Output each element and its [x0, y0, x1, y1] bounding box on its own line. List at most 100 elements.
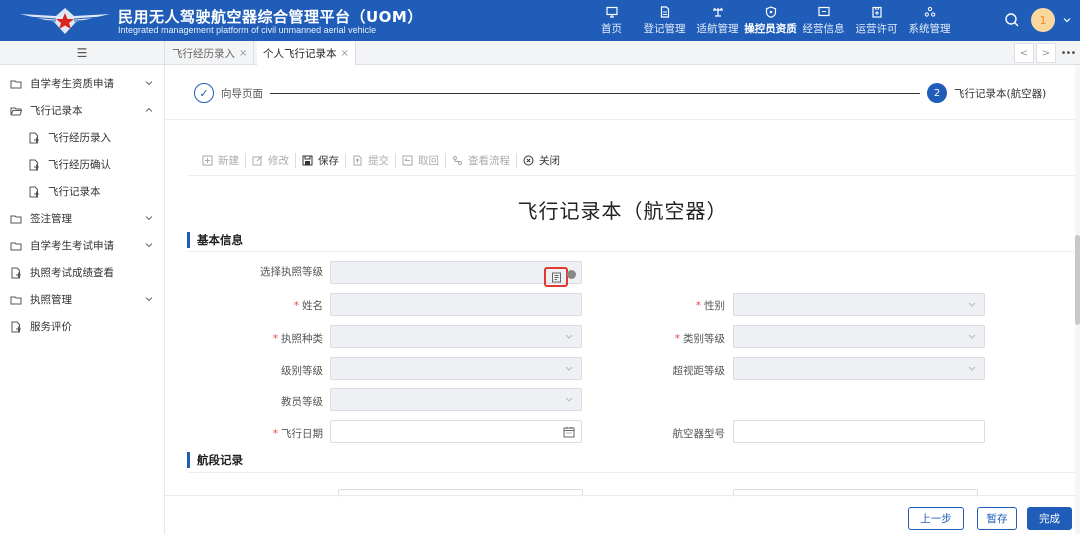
sidebar-item-exam-results[interactable]: 执照考试成绩查看	[0, 259, 165, 286]
new-button[interactable]: 新建	[196, 152, 246, 168]
chevron-down-icon	[145, 243, 153, 248]
select-list-icon	[551, 272, 561, 282]
instructor-level-select[interactable]	[330, 388, 582, 411]
close-button[interactable]: 关闭	[517, 153, 566, 168]
gender-select[interactable]	[733, 293, 985, 316]
nav-operator-qualification[interactable]: 操控员资质	[744, 0, 797, 41]
sidebar-item-flight-experience-entry[interactable]: 飞行经历录入	[0, 124, 165, 151]
license-type-label: * 执照种类	[272, 333, 323, 345]
view-flow-button[interactable]: 查看流程	[446, 152, 517, 168]
monitor-icon	[605, 6, 618, 18]
sidebar-item-license-management[interactable]: 执照管理	[0, 286, 165, 313]
sidebar-item-label: 自学考生考试申请	[30, 240, 114, 252]
edit-button[interactable]: 修改	[246, 152, 296, 168]
close-label: 关闭	[539, 154, 560, 167]
aircraft-model-field[interactable]	[733, 420, 985, 443]
clear-icon[interactable]	[567, 270, 576, 279]
sidebar-item-endorsement-management[interactable]: 签注管理	[0, 205, 165, 232]
chevron-down-icon	[145, 297, 153, 302]
nav-system-management[interactable]: 系统管理	[903, 0, 956, 41]
nav-business-info[interactable]: 经营信息	[797, 0, 850, 41]
class-level-select[interactable]	[733, 325, 985, 348]
close-icon[interactable]: ×	[341, 48, 349, 59]
grade-level-select[interactable]	[330, 357, 582, 380]
tab-personal-logbook[interactable]: 个人飞行记录本 ×	[257, 41, 356, 65]
footer-divider	[165, 495, 1080, 496]
sidebar-item-flight-experience-confirm[interactable]: 飞行经历确认	[0, 151, 165, 178]
license-type-select[interactable]	[330, 325, 582, 348]
nav-home[interactable]: 首页	[585, 0, 638, 41]
nav-airworthiness[interactable]: 适航管理	[691, 0, 744, 41]
close-icon[interactable]: ×	[239, 48, 247, 59]
flow-icon	[453, 155, 462, 165]
toolbar-divider	[187, 175, 1075, 176]
submit-button[interactable]: 提交	[346, 152, 396, 168]
gender-label: * 性别	[695, 300, 725, 312]
sidebar-item-label: 服务评价	[30, 321, 72, 333]
flight-date-picker[interactable]	[330, 420, 582, 443]
menu-toggle[interactable]: ☰	[0, 41, 165, 65]
step-done-icon[interactable]: ✓	[194, 83, 214, 103]
scrollbar[interactable]	[1075, 65, 1080, 534]
sidebar: 自学考生资质申请 飞行记录本 飞行经历录入 飞行经历确认 飞行记录本 签注管理 …	[0, 65, 165, 534]
chevron-down-icon	[565, 397, 573, 402]
license-level-picker[interactable]	[330, 261, 582, 287]
calendar-icon[interactable]	[563, 426, 575, 438]
nav-label: 登记管理	[643, 22, 686, 35]
save-button[interactable]: 保存	[296, 152, 346, 168]
picker-button[interactable]	[544, 267, 568, 287]
tab-next-button[interactable]: >	[1036, 43, 1056, 63]
sidebar-item-label: 执照考试成绩查看	[30, 267, 114, 279]
sidebar-item-logbook[interactable]: 飞行记录本	[0, 178, 165, 205]
submit-label: 提交	[368, 154, 389, 167]
sidebar-item-label: 飞行记录本	[30, 105, 83, 117]
nav-label: 系统管理	[908, 22, 951, 35]
chevron-down-icon	[145, 81, 153, 86]
scrollbar-thumb[interactable]	[1075, 235, 1080, 325]
main-nav: 首页 登记管理 适航管理 操控员资质 经营信息 运营许可 系统管理	[585, 0, 956, 41]
sidebar-item-self-study-exam[interactable]: 自学考生考试申请	[0, 232, 165, 259]
withdraw-button[interactable]: 取回	[396, 152, 446, 168]
search-icon[interactable]	[1004, 12, 1020, 28]
tab-prev-button[interactable]: <	[1014, 43, 1034, 63]
aircraft-model-label: 航空器型号	[672, 428, 726, 440]
chevron-down-icon	[968, 302, 976, 307]
upload-file-icon	[353, 155, 362, 165]
tab-more-button[interactable]: •••	[1058, 43, 1078, 63]
folder-icon	[10, 215, 22, 223]
platform-title: 民用无人驾驶航空器综合管理平台（UOM）	[118, 8, 423, 26]
plane-icon	[712, 7, 723, 17]
chevron-down-icon[interactable]	[1062, 15, 1072, 25]
edit-label: 修改	[268, 154, 289, 167]
chevron-down-icon	[968, 366, 976, 371]
grade-level-label: 级别等级	[281, 365, 323, 377]
file-icon	[11, 267, 21, 278]
nav-label: 操控员资质	[744, 22, 797, 35]
withdraw-label: 取回	[418, 154, 439, 167]
folder-icon	[10, 296, 22, 304]
user-avatar[interactable]: 1	[1031, 8, 1055, 32]
sidebar-item-flight-logbook[interactable]: 飞行记录本	[0, 97, 165, 124]
nav-label: 适航管理	[696, 22, 739, 35]
nav-operation-license[interactable]: 运营许可	[850, 0, 903, 41]
step-1-label[interactable]: 向导页面	[221, 86, 263, 101]
draft-button[interactable]: 暂存	[977, 507, 1017, 530]
tab-flight-experience-entry[interactable]: 飞行经历录入 ×	[166, 41, 255, 65]
platform-subtitle: Integrated management platform of civil …	[118, 25, 377, 35]
name-label: * 姓名	[293, 300, 323, 312]
bvlos-level-select[interactable]	[733, 357, 985, 380]
prev-step-button[interactable]: 上一步	[908, 507, 964, 530]
nav-registration[interactable]: 登记管理	[638, 0, 691, 41]
uom-logo	[20, 8, 110, 34]
sidebar-item-service-evaluation[interactable]: 服务评价	[0, 313, 165, 340]
folder-open-icon	[10, 107, 22, 115]
chevron-down-icon	[565, 366, 573, 371]
step-connector	[270, 93, 920, 94]
sidebar-item-self-study-qualification[interactable]: 自学考生资质申请	[0, 70, 165, 97]
name-field[interactable]	[330, 293, 582, 316]
shield-icon	[765, 5, 776, 18]
new-label: 新建	[218, 154, 239, 167]
file-icon	[11, 321, 21, 332]
finish-button[interactable]: 完成	[1027, 507, 1072, 530]
close-circle-icon	[523, 155, 534, 165]
